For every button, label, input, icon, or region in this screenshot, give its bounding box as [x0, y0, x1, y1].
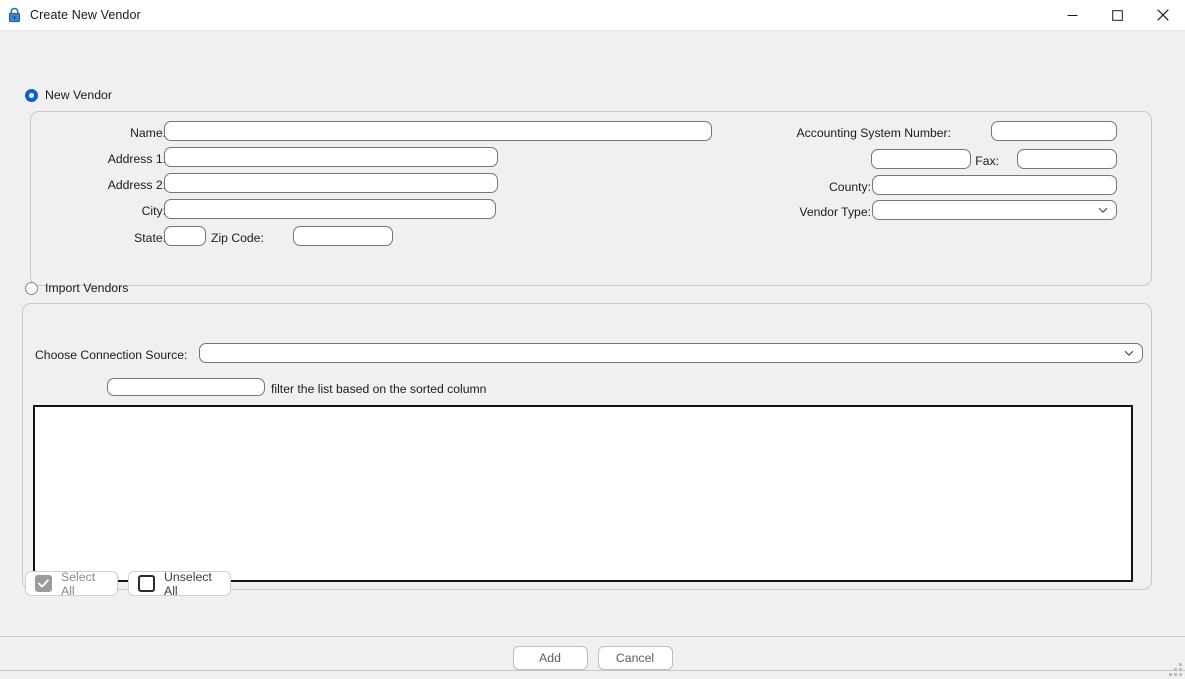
cancel-button[interactable]: Cancel [597, 646, 673, 670]
label-vendor-type: Vendor Type: [799, 205, 871, 219]
title-bar: Create New Vendor [0, 0, 1185, 31]
vendor-type-select[interactable] [872, 200, 1117, 220]
filter-hint: filter the list based on the sorted colu… [271, 382, 487, 396]
radio-import-vendors-indicator [25, 281, 38, 295]
vendor-list[interactable] [33, 405, 1133, 582]
select-all-label: Select All [61, 569, 96, 598]
window-controls [1050, 0, 1185, 31]
zip-code-input[interactable] [293, 226, 393, 246]
radio-import-vendors-label: Import Vendors [45, 281, 129, 295]
status-bar [0, 663, 1185, 678]
radio-import-vendors[interactable]: Import Vendors [25, 281, 128, 295]
select-all-button[interactable]: Select All [25, 569, 118, 598]
window-title: Create New Vendor [30, 8, 141, 22]
label-address1: Address 1: [107, 152, 166, 166]
import-vendors-groupbox: Choose Connection Source: filter the lis… [22, 303, 1152, 590]
label-accounting-system-number: Accounting System Number: [796, 126, 951, 140]
address1-input[interactable] [164, 147, 498, 167]
radio-new-vendor-indicator [25, 88, 38, 102]
label-choose-connection-source: Choose Connection Source: [35, 348, 188, 362]
connection-source-select[interactable] [199, 343, 1143, 363]
filter-input[interactable] [107, 378, 265, 396]
minimize-button[interactable] [1050, 0, 1095, 31]
label-county: County: [828, 180, 871, 194]
dialog-body: New Vendor Name: Address 1: Address 2: C… [0, 31, 1185, 678]
unselect-all-checkbox-icon [138, 575, 155, 592]
new-vendor-groupbox: Name: Address 1: Address 2: City: State:… [30, 111, 1152, 286]
accounting-system-number-input[interactable] [991, 121, 1117, 141]
city-input[interactable] [164, 199, 496, 219]
add-button[interactable]: Add [512, 646, 588, 670]
unselect-all-button[interactable]: Unselect All [128, 569, 231, 598]
maximize-button[interactable] [1095, 0, 1140, 31]
title-bar-left: Create New Vendor [0, 7, 141, 23]
name-input[interactable] [164, 121, 712, 141]
label-zip-code: Zip Code: [211, 231, 264, 245]
label-name: Name: [130, 126, 166, 140]
chevron-down-icon [1122, 350, 1136, 357]
label-address2: Address 2: [107, 178, 166, 192]
resize-grip-icon[interactable] [1169, 663, 1182, 676]
address2-input[interactable] [164, 173, 498, 193]
label-state: State: [134, 231, 166, 245]
chevron-down-icon [1096, 207, 1110, 214]
maximize-icon [1112, 9, 1123, 21]
unselect-all-label: Unselect All [164, 569, 212, 598]
select-all-checkbox-icon [35, 575, 52, 592]
county-input[interactable] [872, 175, 1117, 195]
fax-input[interactable] [1017, 149, 1117, 169]
radio-new-vendor-label: New Vendor [45, 88, 112, 102]
state-input[interactable] [164, 226, 206, 246]
minimize-icon [1067, 14, 1078, 16]
label-fax: Fax: [975, 154, 999, 168]
radio-new-vendor[interactable]: New Vendor [25, 88, 112, 102]
phone-input[interactable] [871, 149, 971, 169]
label-city: City: [141, 204, 166, 218]
lock-icon [7, 7, 22, 23]
close-button[interactable] [1140, 0, 1185, 31]
close-icon [1156, 9, 1169, 21]
